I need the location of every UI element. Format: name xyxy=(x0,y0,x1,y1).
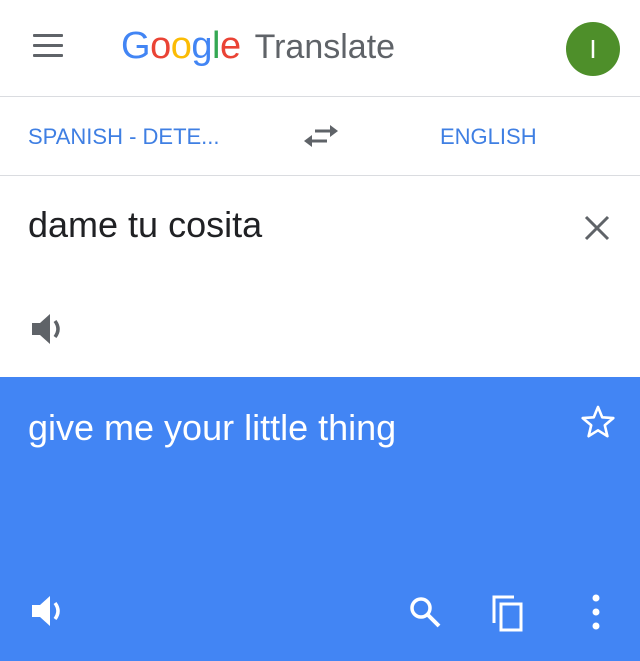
speaker-icon[interactable] xyxy=(30,311,70,347)
translated-text: give me your little thing xyxy=(28,407,397,448)
google-wordmark: Google xyxy=(121,25,241,67)
app-logo: Google Translate xyxy=(121,25,395,68)
speaker-icon[interactable] xyxy=(30,593,70,629)
source-language-button[interactable]: SPANISH - DETE... xyxy=(28,124,220,150)
source-text[interactable]: dame tu cosita xyxy=(28,204,262,246)
close-icon[interactable] xyxy=(582,213,612,243)
app-bar: Google Translate I xyxy=(0,0,640,96)
source-input-area[interactable]: dame tu cosita xyxy=(0,176,640,377)
product-name: Translate xyxy=(254,28,396,66)
more-vert-icon[interactable] xyxy=(586,593,606,631)
swap-languages-icon[interactable] xyxy=(301,121,341,151)
menu-icon[interactable] xyxy=(33,32,67,62)
star-icon[interactable] xyxy=(580,404,616,440)
target-language-button[interactable]: ENGLISH xyxy=(440,124,537,150)
language-bar: SPANISH - DETE... ENGLISH xyxy=(0,97,640,175)
translation-output-card: give me your little thing xyxy=(0,377,640,661)
copy-icon[interactable] xyxy=(490,593,526,633)
avatar[interactable]: I xyxy=(566,22,620,76)
search-icon[interactable] xyxy=(408,595,442,629)
